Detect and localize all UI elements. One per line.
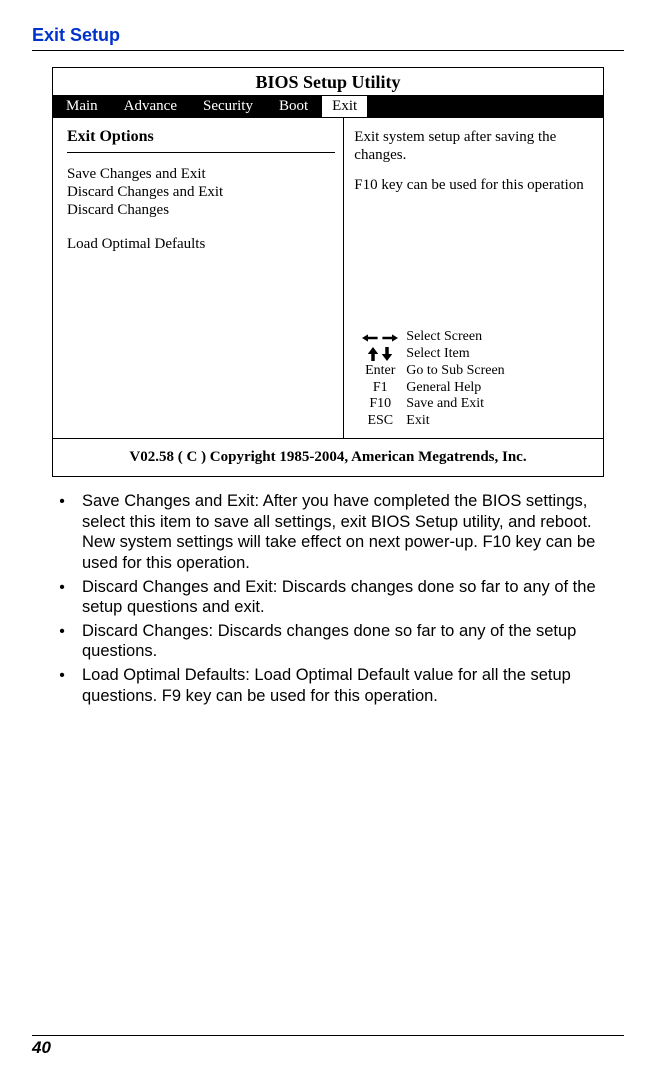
bios-help-text: Exit system setup after saving the chang… (354, 128, 597, 164)
key-label: Go to Sub Screen (406, 363, 597, 380)
bullet-text: Load Optimal Defaults: Load Optimal Defa… (82, 665, 624, 706)
key-name: Enter (354, 363, 406, 380)
key-label: Select Item (406, 346, 597, 363)
section-title: Exit Setup (32, 25, 624, 51)
exit-option: Discard Changes and Exit (67, 183, 335, 201)
bios-tab-main: Main (53, 95, 111, 118)
bios-tab-advance: Advance (111, 95, 190, 118)
bullet-icon: • (42, 577, 82, 618)
bios-tab-security: Security (190, 95, 266, 118)
exit-option: Discard Changes (67, 201, 335, 219)
key-label: Select Screen (406, 329, 597, 346)
key-name: F10 (354, 396, 406, 413)
exit-option: Save Changes and Exit (67, 165, 335, 183)
bios-right-panel: Exit system setup after saving the chang… (344, 118, 603, 438)
key-label: Exit (406, 413, 597, 430)
bullet-icon: • (42, 621, 82, 662)
bullet-icon: • (42, 491, 82, 574)
list-item: • Save Changes and Exit: After you have … (42, 491, 624, 574)
bios-title: BIOS Setup Utility (53, 68, 603, 95)
page-number: 40 (32, 1035, 624, 1058)
bullet-text: Discard Changes and Exit: Discards chang… (82, 577, 624, 618)
bullet-text: Save Changes and Exit: After you have co… (82, 491, 624, 574)
arrows-up-down-icon (354, 346, 406, 363)
bios-tab-boot: Boot (266, 95, 321, 118)
bios-help-text: F10 key can be used for this operation (354, 176, 597, 194)
list-item: • Discard Changes: Discards changes done… (42, 621, 624, 662)
key-label: Save and Exit (406, 396, 597, 413)
bios-footer: V02.58 ( C ) Copyright 1985-2004, Americ… (53, 438, 603, 476)
bios-left-panel: Exit Options Save Changes and Exit Disca… (53, 118, 344, 438)
list-item: • Load Optimal Defaults: Load Optimal De… (42, 665, 624, 706)
arrows-left-right-icon (354, 329, 406, 346)
key-name: ESC (354, 413, 406, 430)
key-name: F1 (354, 380, 406, 397)
bullet-icon: • (42, 665, 82, 706)
bullet-text: Discard Changes: Discards changes done s… (82, 621, 624, 662)
bios-tab-bar: Main Advance Security Boot Exit (53, 95, 603, 118)
key-label: General Help (406, 380, 597, 397)
bullet-list: • Save Changes and Exit: After you have … (32, 491, 624, 706)
bios-tab-exit: Exit (321, 95, 368, 118)
bios-keys-table: Select Screen Select Item Enter Go to Su… (354, 329, 597, 430)
list-item: • Discard Changes and Exit: Discards cha… (42, 577, 624, 618)
exit-option: Load Optimal Defaults (67, 235, 335, 253)
exit-options-heading: Exit Options (67, 128, 335, 153)
bios-screenshot: BIOS Setup Utility Main Advance Security… (52, 67, 604, 477)
